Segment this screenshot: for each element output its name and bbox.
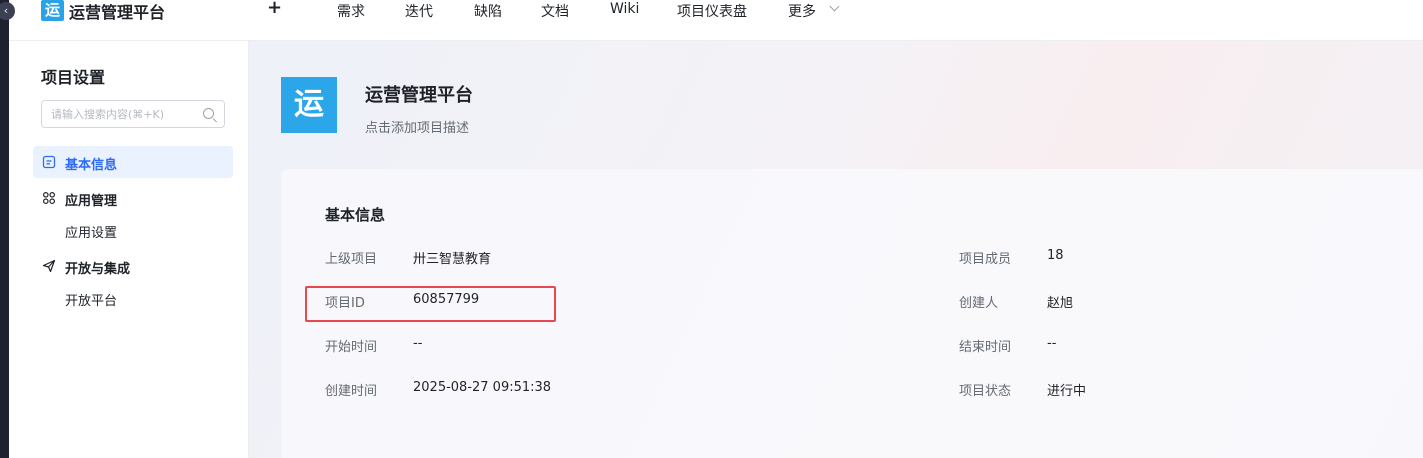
- project-name[interactable]: 运营管理平台: [365, 81, 473, 107]
- sidebar-search[interactable]: [41, 100, 225, 128]
- label-creator: 创建人: [959, 296, 999, 311]
- nav-item-docs[interactable]: 文档: [541, 1, 569, 21]
- app-logo-icon[interactable]: 运: [41, 0, 64, 21]
- sidebar-item-open-platform[interactable]: 开放平台: [65, 290, 117, 309]
- search-input[interactable]: [42, 101, 192, 127]
- info-card-icon: [42, 155, 56, 169]
- search-icon[interactable]: [203, 108, 214, 119]
- apps-grid-icon: [42, 191, 56, 205]
- value-end-time[interactable]: --: [1047, 336, 1056, 351]
- value-start-time[interactable]: --: [413, 336, 422, 351]
- main-content: 运 运营管理平台 点击添加项目描述 基本信息 上级项目 卅三智慧教育 项目ID …: [249, 41, 1423, 458]
- value-parent-project[interactable]: 卅三智慧教育: [413, 248, 491, 267]
- nav-item-requirements[interactable]: 需求: [337, 1, 365, 21]
- sidebar-item-app-management[interactable]: 应用管理: [65, 190, 117, 209]
- value-project-status[interactable]: 进行中: [1047, 380, 1086, 399]
- sidebar-item-app-settings[interactable]: 应用设置: [65, 222, 117, 241]
- nav-item-iterations[interactable]: 迭代: [405, 1, 433, 21]
- label-members: 项目成员: [959, 252, 1012, 267]
- label-created-time: 创建时间: [325, 384, 378, 399]
- sidebar-title: 项目设置: [41, 68, 106, 87]
- nav-item-more[interactable]: 更多: [788, 1, 816, 21]
- project-avatar[interactable]: 运: [281, 77, 337, 133]
- settings-sidebar: 项目设置 基本信息 应用管理 应用设置 开放与集成 开放平台: [9, 41, 249, 458]
- label-project-id: 项目ID: [325, 296, 365, 311]
- project-description[interactable]: 点击添加项目描述: [365, 117, 469, 136]
- label-parent-project: 上级项目: [325, 252, 378, 267]
- label-end-time: 结束时间: [959, 340, 1012, 355]
- add-button[interactable]: +: [267, 0, 282, 18]
- label-start-time: 开始时间: [325, 340, 378, 355]
- value-created-time: 2025-08-27 09:51:38: [413, 380, 552, 395]
- nav-item-dashboard[interactable]: 项目仪表盘: [677, 1, 747, 21]
- value-creator: 赵旭: [1047, 296, 1074, 311]
- basic-info-card: 基本信息 上级项目 卅三智慧教育 项目ID 60857799 开始时间 -- 创…: [281, 169, 1423, 458]
- left-rail: [0, 0, 9, 458]
- sidebar-item-basic-info-highlight[interactable]: [33, 146, 233, 178]
- label-project-status: 项目状态: [959, 384, 1012, 399]
- value-project-id: 60857799: [413, 292, 480, 307]
- card-title: 基本信息: [325, 206, 386, 224]
- value-members[interactable]: 18: [1047, 248, 1064, 263]
- nav-item-defects[interactable]: 缺陷: [474, 1, 502, 21]
- sidebar-item-open-integration[interactable]: 开放与集成: [65, 258, 130, 277]
- nav-item-wiki[interactable]: Wiki: [610, 1, 639, 17]
- sidebar-item-basic-info[interactable]: 基本信息: [65, 154, 117, 173]
- app-root: ‹ 运 运营管理平台 + 需求 迭代 缺陷 文档 Wiki 项目仪表盘 更多 项…: [0, 0, 1423, 458]
- send-icon: [42, 259, 56, 273]
- app-title[interactable]: 运营管理平台: [69, 0, 165, 23]
- chevron-down-icon[interactable]: [829, 1, 840, 12]
- top-nav: 运 运营管理平台 + 需求 迭代 缺陷 文档 Wiki 项目仪表盘 更多: [9, 0, 1423, 41]
